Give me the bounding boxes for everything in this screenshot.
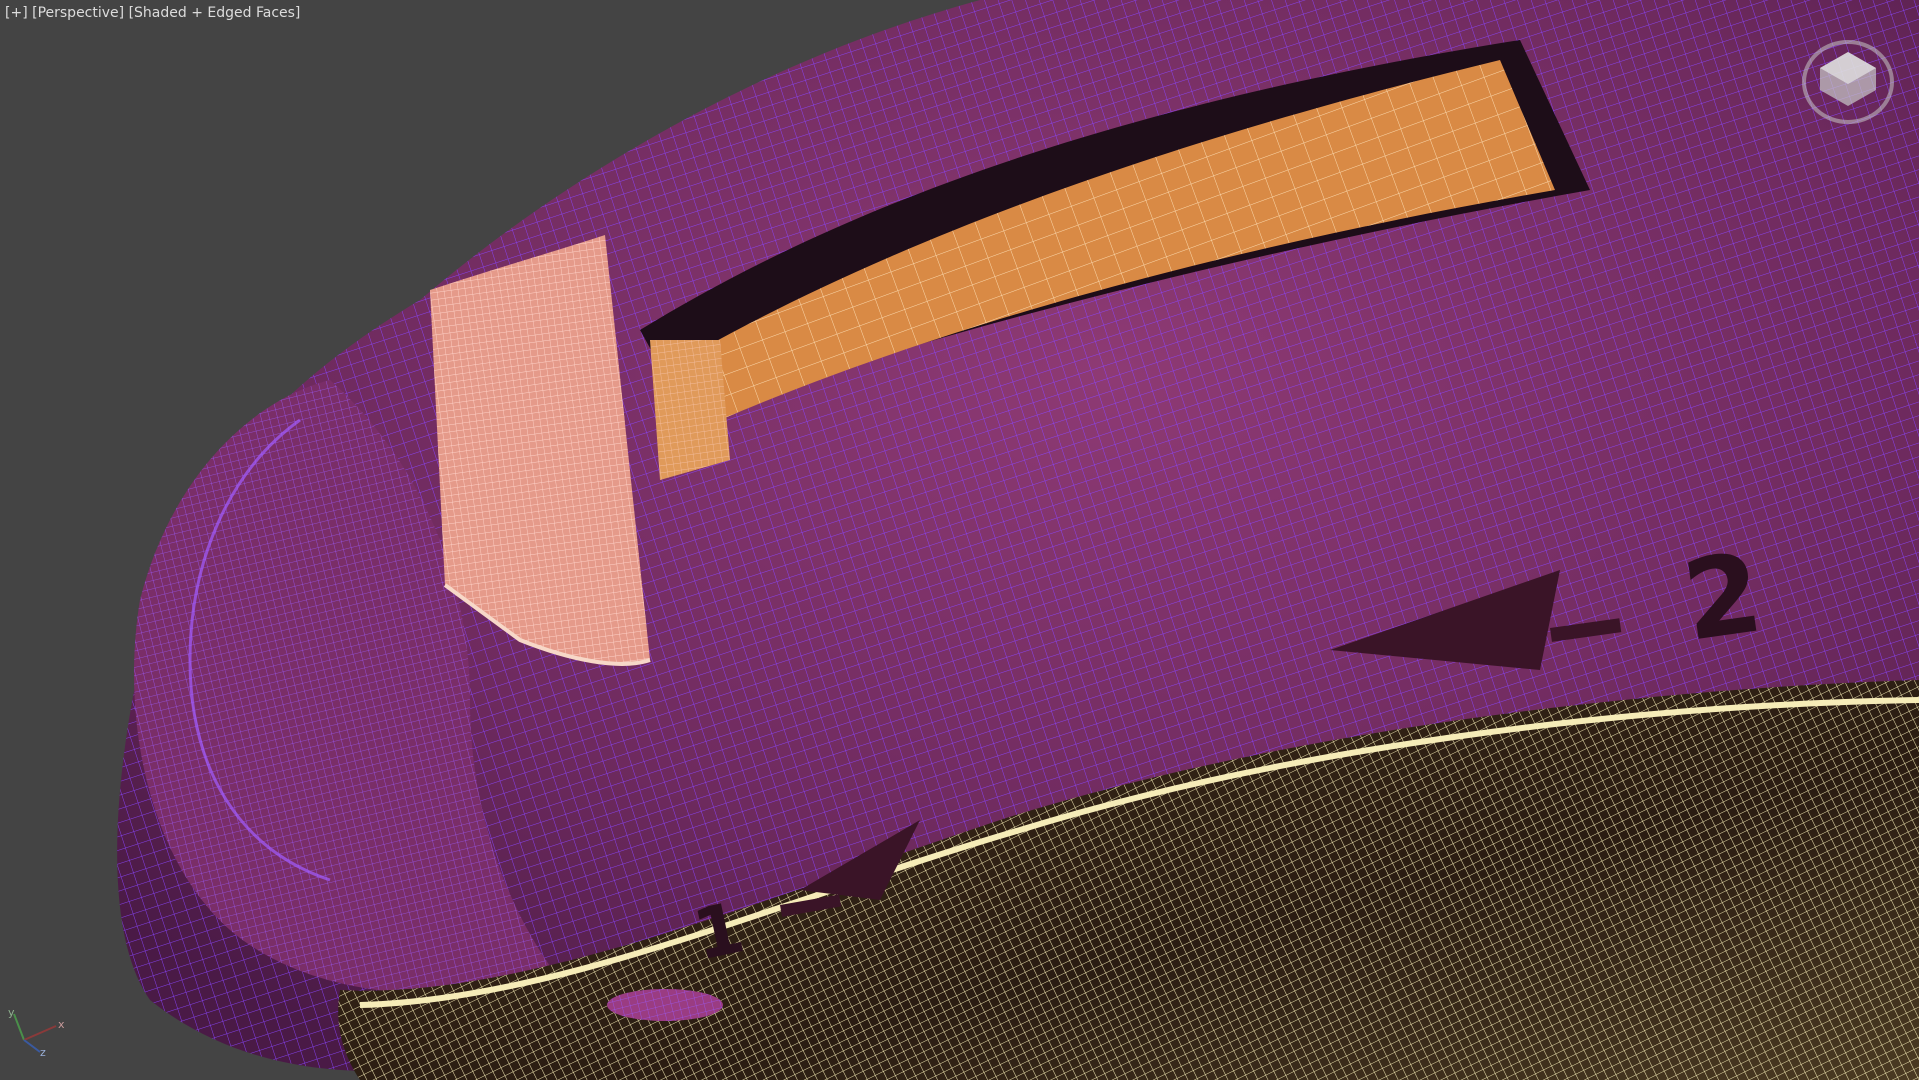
viewport-shading-mode[interactable]: [Shaded + Edged Faces] — [129, 5, 301, 21]
axis-label-z: z — [40, 1046, 46, 1058]
axis-label-y: y — [8, 1006, 15, 1019]
viewcube-home-icon[interactable] — [1800, 38, 1896, 126]
viewport-label-bar: [+] [Perspective] [Shaded + Edged Faces] — [5, 5, 300, 21]
small-recess-wire — [607, 989, 723, 1021]
axis-tripod-icon: y x z — [8, 1006, 65, 1058]
viewport-menu-plus[interactable]: [+] — [5, 5, 28, 21]
3d-scene[interactable]: 2 1 — [0, 0, 1919, 1080]
viewport-point-of-view[interactable]: [Perspective] — [32, 5, 124, 21]
axis-label-x: x — [58, 1018, 65, 1031]
viewport[interactable]: 2 1 [+] [Perspective] [Shaded + Edged Fa… — [0, 0, 1919, 1080]
